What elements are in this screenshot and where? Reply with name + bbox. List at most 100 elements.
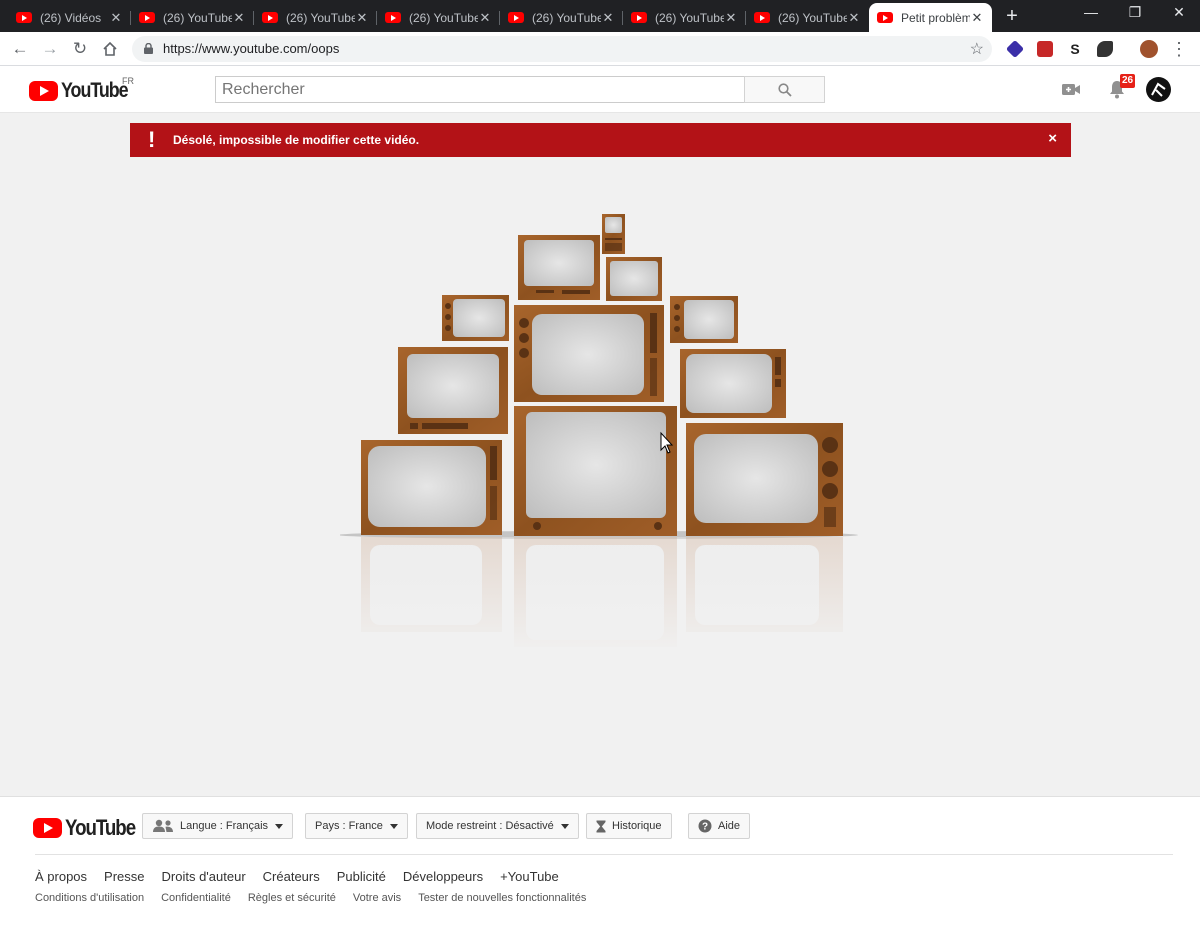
tab-title: (26) YouTube (655, 10, 724, 25)
footer-link-feedback[interactable]: Votre avis (353, 892, 401, 904)
browser-tab[interactable]: (26) YouTube ✕ (131, 3, 254, 32)
browser-tab[interactable]: (26) YouTube ✕ (746, 3, 869, 32)
window-close-icon[interactable]: ✕ (1156, 4, 1200, 21)
alert-close-icon[interactable]: × (1048, 131, 1057, 147)
youtube-favicon-icon (508, 12, 524, 23)
tv-set (398, 347, 508, 434)
youtube-favicon-icon (631, 12, 647, 23)
tab-close-icon[interactable]: ✕ (478, 10, 492, 26)
notification-count-badge: 26 (1120, 74, 1136, 88)
error-alert-banner: ! Désolé, impossible de modifier cette v… (130, 123, 1071, 157)
country-label: Pays : France (315, 820, 383, 832)
broken-tvs-illustration (340, 214, 860, 655)
youtube-favicon-icon (262, 12, 278, 23)
tab-close-icon[interactable]: ✕ (109, 10, 123, 26)
tv-set (514, 305, 664, 402)
language-people-icon (153, 819, 173, 832)
footer-link-policy-safety[interactable]: Règles et sécurité (248, 892, 336, 904)
youtube-favicon-icon (139, 12, 155, 23)
country-code: FR (122, 76, 134, 86)
youtube-favicon-icon (16, 12, 32, 23)
footer-link-creators[interactable]: Créateurs (263, 869, 320, 884)
youtube-play-icon (33, 818, 62, 838)
logo-wordmark: YouTube (61, 79, 129, 102)
youtube-play-icon (29, 81, 58, 101)
footer-link-advertise[interactable]: Publicité (337, 869, 386, 884)
browser-tab[interactable]: (26) YouTube ✕ (623, 3, 746, 32)
svg-text:?: ? (702, 822, 708, 833)
youtube-favicon-icon (385, 12, 401, 23)
url-text: https://www.youtube.com/oops (163, 41, 340, 56)
upload-video-icon[interactable] (1060, 78, 1084, 102)
tab-close-icon[interactable]: ✕ (232, 10, 246, 26)
home-icon[interactable] (99, 38, 121, 60)
footer-link-terms[interactable]: Conditions d'utilisation (35, 892, 144, 904)
user-avatar[interactable] (1146, 77, 1171, 102)
lock-icon (144, 43, 153, 54)
logo-wordmark: YouTube (65, 815, 136, 840)
warning-exclamation-icon: ! (148, 127, 156, 152)
language-label: Langue : Français (180, 820, 269, 832)
chevron-down-icon (560, 823, 569, 829)
tab-title: (26) Vidéos (40, 10, 102, 25)
page-footer: YouTube Langue : Français Pays : France … (0, 796, 1200, 932)
tab-close-icon[interactable]: ✕ (601, 10, 615, 26)
minimize-icon[interactable]: — (1068, 4, 1114, 20)
forward-arrow-icon[interactable]: → (39, 38, 61, 60)
tv-set (686, 423, 843, 536)
reload-icon[interactable]: ↻ (69, 38, 91, 60)
tab-close-icon[interactable]: ✕ (847, 10, 861, 26)
footer-link-plus-youtube[interactable]: +YouTube (500, 869, 559, 884)
chevron-down-icon (389, 823, 398, 829)
extension-icon[interactable] (1005, 39, 1025, 59)
browser-tab[interactable]: (26) YouTube ✕ (500, 3, 623, 32)
tab-title: (26) YouTube (532, 10, 601, 25)
alert-message: Désolé, impossible de modifier cette vid… (173, 133, 420, 147)
extension-icon[interactable] (1097, 41, 1113, 57)
browser-toolbar: ← → ↻ https://www.youtube.com/oops ☆ S ⋮ (0, 32, 1200, 66)
tab-close-icon[interactable]: ✕ (355, 10, 369, 26)
profile-avatar-icon[interactable] (1140, 40, 1158, 58)
youtube-favicon-icon (877, 12, 893, 23)
footer-link-copyright[interactable]: Droits d'auteur (162, 869, 246, 884)
help-label: Aide (718, 820, 741, 832)
browser-tab[interactable]: (26) Vidéos ✕ (8, 3, 131, 32)
tv-set (680, 349, 786, 418)
hourglass-icon (596, 820, 606, 832)
tv-set (606, 257, 662, 301)
footer-link-press[interactable]: Presse (104, 869, 144, 884)
footer-link-about[interactable]: À propos (35, 869, 87, 884)
browser-tab-active[interactable]: Petit problème ✕ (869, 3, 992, 32)
tv-set (361, 440, 502, 535)
extension-icon[interactable]: S (1067, 41, 1083, 57)
search-icon (777, 82, 792, 97)
restore-icon[interactable]: ❐ (1112, 4, 1158, 21)
restricted-mode-label: Mode restreint : Désactivé (426, 820, 554, 832)
tab-close-icon[interactable]: ✕ (970, 10, 984, 26)
back-arrow-icon[interactable]: ← (9, 38, 31, 60)
tv-set (602, 214, 625, 254)
tv-set (514, 406, 677, 536)
tab-title: (26) YouTube (409, 10, 478, 25)
help-button[interactable]: ? Aide (688, 813, 751, 839)
extension-icon[interactable] (1037, 41, 1053, 57)
footer-link-developers[interactable]: Développeurs (403, 869, 483, 884)
search-input[interactable] (215, 76, 745, 103)
search-button[interactable] (744, 76, 825, 103)
footer-youtube-logo[interactable]: YouTube (33, 815, 147, 841)
browser-tab[interactable]: (26) YouTube ✕ (377, 3, 500, 32)
footer-link-privacy[interactable]: Confidentialité (161, 892, 231, 904)
browser-tab[interactable]: (26) YouTube ✕ (254, 3, 377, 32)
history-button[interactable]: Historique (586, 813, 672, 839)
language-button[interactable]: Langue : Français (142, 813, 294, 839)
new-tab-icon[interactable]: + (1002, 6, 1022, 26)
country-button[interactable]: Pays : France (305, 813, 408, 839)
bookmark-star-icon[interactable]: ☆ (970, 39, 984, 59)
footer-link-test-features[interactable]: Tester de nouvelles fonctionnalités (418, 892, 586, 904)
address-bar[interactable]: https://www.youtube.com/oops ☆ (132, 36, 992, 62)
help-question-icon: ? (698, 819, 712, 833)
menu-dots-icon[interactable]: ⋮ (1168, 38, 1190, 60)
restricted-mode-button[interactable]: Mode restreint : Désactivé (416, 813, 579, 839)
youtube-logo[interactable]: YouTube FR (29, 76, 139, 103)
tab-close-icon[interactable]: ✕ (724, 10, 738, 26)
